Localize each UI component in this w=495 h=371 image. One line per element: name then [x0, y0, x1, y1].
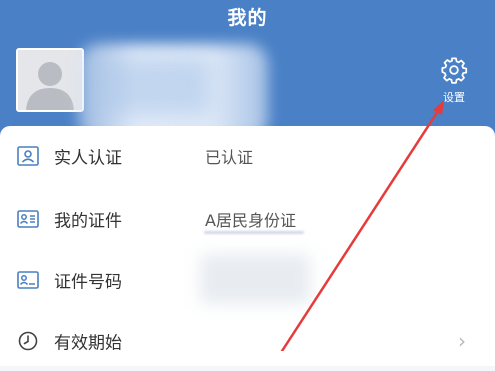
- row-valid-from[interactable]: 有效期始 ›: [0, 311, 495, 371]
- chevron-right-icon: ›: [458, 329, 466, 353]
- row-value: A居民身份证: [205, 211, 296, 230]
- row-label: 我的证件: [54, 211, 122, 232]
- redacted-username-overlay: [100, 58, 210, 114]
- id-number-icon: [17, 271, 39, 289]
- value-underline-smudge: [204, 231, 304, 234]
- user-silhouette-icon: [18, 50, 82, 110]
- avatar[interactable]: [16, 48, 84, 112]
- row-value: 已认证: [205, 148, 254, 167]
- row-real-name-auth[interactable]: 实人认证 已认证: [0, 126, 495, 186]
- row-label: 实人认证: [54, 148, 122, 169]
- row-label: 有效期始: [54, 333, 122, 354]
- row-my-documents[interactable]: 我的证件 A居民身份证: [0, 189, 495, 249]
- id-card-icon: [17, 210, 39, 228]
- settings-label: 设置: [443, 91, 465, 104]
- row-label: 证件号码: [54, 272, 122, 293]
- settings-button[interactable]: 设置: [436, 56, 472, 106]
- page-title: 我的: [227, 7, 268, 29]
- person-card-icon: [17, 146, 39, 166]
- redacted-id-number: [200, 254, 310, 304]
- gear-icon: [441, 57, 468, 84]
- clock-icon: [18, 331, 38, 351]
